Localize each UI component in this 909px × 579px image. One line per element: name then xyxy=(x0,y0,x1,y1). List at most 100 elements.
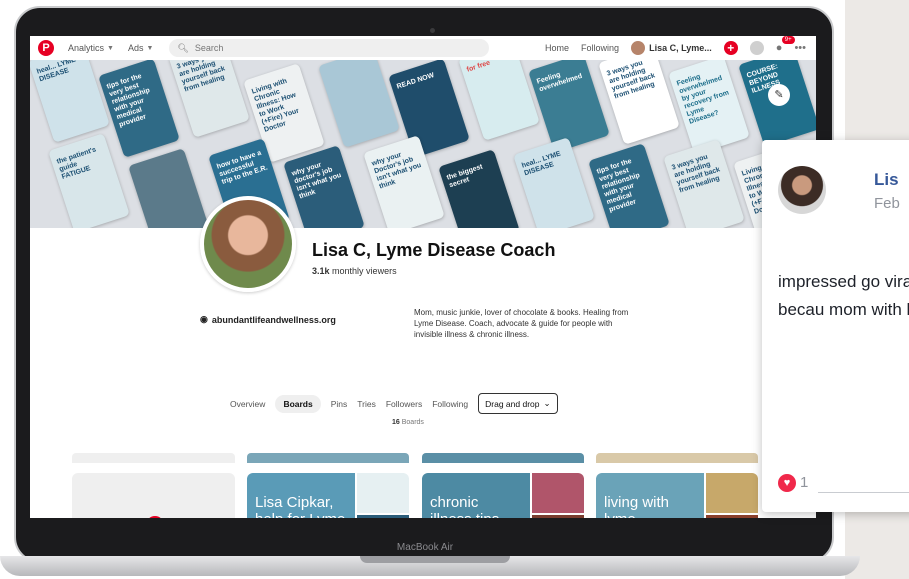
plus-icon: + xyxy=(146,516,164,518)
viewers-count: 3.1k xyxy=(312,266,330,276)
cover-pin-text xyxy=(136,159,182,174)
profile-cover-collage: heal... LYME DISEASE tips for the very be… xyxy=(30,60,816,228)
topbar-right: Home Following Lisa C, Lyme... + ● 9+ ••… xyxy=(545,36,806,60)
cover-pin-text: the biggest secret xyxy=(445,163,484,190)
chevron-down-icon: ▼ xyxy=(146,44,154,52)
search-placeholder: Search xyxy=(194,43,224,53)
profile-tabs: Overview Boards Pins Tries Followers Fol… xyxy=(230,393,558,414)
profile-avatar xyxy=(200,196,296,292)
nav-following[interactable]: Following xyxy=(581,43,619,53)
cover-pin-text: the patient's guide FATIGUE xyxy=(55,146,98,181)
cover-pin-text: Feeling overwhelmed by your recovery fro… xyxy=(675,73,731,126)
avatar xyxy=(778,166,826,214)
cover-pin-text: READ NOW xyxy=(395,72,436,91)
heart-icon[interactable]: ♥ xyxy=(778,474,796,492)
viewers-label: monthly viewers xyxy=(332,266,397,276)
stage: MacBook Air P Analytics ▼ Ads ▼ 🔍︎ Searc… xyxy=(0,0,909,579)
comment-text: impressed go viral and is growing. too –… xyxy=(778,272,909,319)
board-thumb xyxy=(357,473,409,513)
reaction-count: 1 xyxy=(800,474,809,491)
comment-date: Feb xyxy=(874,195,900,212)
tab-tries[interactable]: Tries xyxy=(357,399,376,409)
notification-badge: 9+ xyxy=(781,36,795,44)
divider xyxy=(818,492,909,493)
board-thumb xyxy=(357,515,409,518)
user-name-label: Lisa C, Lyme... xyxy=(649,43,712,53)
tab-following[interactable]: Following xyxy=(432,399,468,409)
cover-pin-text: how to have a successful trip to the E.R… xyxy=(215,149,269,186)
bell-icon: ● xyxy=(775,42,783,54)
cover-pin-text: 3 ways you are holding yourself back fro… xyxy=(670,153,722,195)
camera-dot xyxy=(430,28,435,33)
board-thumb xyxy=(532,473,584,513)
board-title: living with lyme xyxy=(604,494,670,518)
cover-pin-tile: heal... LYME DISEASE xyxy=(513,137,595,228)
cover-pin-tile: Feeling overwhelmed by your recovery fro… xyxy=(668,60,750,155)
tab-followers[interactable]: Followers xyxy=(386,399,422,409)
more-options-icon[interactable]: ••• xyxy=(794,42,806,54)
cover-pin-text: heal... LYME DISEASE xyxy=(520,150,562,178)
search-input[interactable]: 🔍︎ Search xyxy=(169,39,490,57)
boards-count-label: Boards xyxy=(401,419,424,426)
cover-pin-text: 3 ways you are holding yourself back fro… xyxy=(605,60,657,101)
tab-boards[interactable]: Boards xyxy=(275,394,321,413)
cover-pin-text: tips for the very best relationship with… xyxy=(595,157,641,214)
website-url: abundantlifeandwellness.org xyxy=(211,314,336,325)
commenter-name[interactable]: Lis xyxy=(874,170,899,190)
cover-pin-tile: 3 ways you are holding yourself back fro… xyxy=(663,139,745,228)
monthly-viewers: 3.1k monthly viewers xyxy=(312,266,397,276)
cover-pin-text: 3 ways you are holding yourself back fro… xyxy=(175,60,227,94)
cover-pin-text: tips for the very best relationship with… xyxy=(105,72,151,129)
avatar xyxy=(631,41,646,55)
sort-dropdown-label: Drag and drop xyxy=(485,398,540,409)
cover-pin-tile xyxy=(318,60,400,148)
pinterest-logo-icon[interactable]: P xyxy=(38,40,54,56)
board-card[interactable]: Lisa Cipkar, help for Lyme + Chronic Ill… xyxy=(247,473,409,518)
cover-pin-text: for free xyxy=(465,60,492,74)
nav-analytics-label: Analytics xyxy=(68,43,105,53)
edit-pencil-icon[interactable]: ✎ xyxy=(768,84,790,106)
cover-pin-text xyxy=(326,60,372,74)
cover-pin-text: why your Doctor's job isn't what you thi… xyxy=(370,151,423,191)
profile-name: Lisa C, Lyme Disease Coach xyxy=(312,240,556,260)
board-card[interactable]: chronic illness tips xyxy=(422,473,584,518)
board-peek xyxy=(72,453,235,463)
board-thumb xyxy=(706,473,758,513)
laptop-screen: P Analytics ▼ Ads ▼ 🔍︎ Search Home Follo… xyxy=(30,36,816,518)
cover-pin-tile xyxy=(128,148,210,228)
create-board-card[interactable]: + xyxy=(72,473,235,518)
notifications-button[interactable]: ● 9+ xyxy=(775,36,795,54)
cover-pin-tile: 3 ways you are holding yourself back fro… xyxy=(168,60,250,138)
nav-ads[interactable]: Ads ▼ xyxy=(128,43,153,53)
sort-dropdown[interactable]: Drag and drop ⌄ xyxy=(478,393,558,414)
board-peek xyxy=(247,453,409,463)
search-icon: 🔍︎ xyxy=(177,42,189,53)
laptop-notch xyxy=(360,556,510,563)
board-title: chronic illness tips xyxy=(430,494,499,518)
board-title: Lisa Cipkar, help for Lyme + Chronic Ill… xyxy=(255,494,345,518)
profile-bio: Mom, music junkie, lover of chocolate & … xyxy=(414,308,629,339)
facebook-comment-card: Lis Feb impressed go viral and is growin… xyxy=(762,140,909,512)
board-peek xyxy=(596,453,758,463)
board-thumb xyxy=(532,515,584,518)
tab-overview[interactable]: Overview xyxy=(230,399,265,409)
website-link[interactable]: ◉ abundantlifeandwellness.org xyxy=(200,314,336,325)
cover-pin-tile: the patient's guide FATIGUE xyxy=(48,133,130,228)
tab-pins[interactable]: Pins xyxy=(331,399,348,409)
nav-ads-label: Ads xyxy=(127,43,144,53)
messages-icon[interactable] xyxy=(749,41,764,55)
boards-count-number: 16 xyxy=(392,419,400,426)
nav-home[interactable]: Home xyxy=(545,43,569,53)
create-plus-icon[interactable]: + xyxy=(723,41,738,55)
nav-analytics[interactable]: Analytics ▼ xyxy=(68,43,114,53)
user-profile-button[interactable]: Lisa C, Lyme... xyxy=(631,41,712,55)
board-card[interactable]: living with lyme xyxy=(596,473,758,518)
chevron-down-icon: ▼ xyxy=(107,44,114,52)
cover-pin-text: Living with Chronic Illness: How to Work… xyxy=(250,77,301,134)
cover-pin-tile: tips for the very best relationship with… xyxy=(98,60,180,158)
cover-pin-text: why your doctor's job isn't what you thi… xyxy=(290,161,343,201)
cover-pin-tile: for free xyxy=(458,60,540,141)
boards-count: 16 Boards xyxy=(392,419,424,426)
cover-pin-tile: the biggest secret xyxy=(438,149,520,228)
board-peek xyxy=(422,453,584,463)
